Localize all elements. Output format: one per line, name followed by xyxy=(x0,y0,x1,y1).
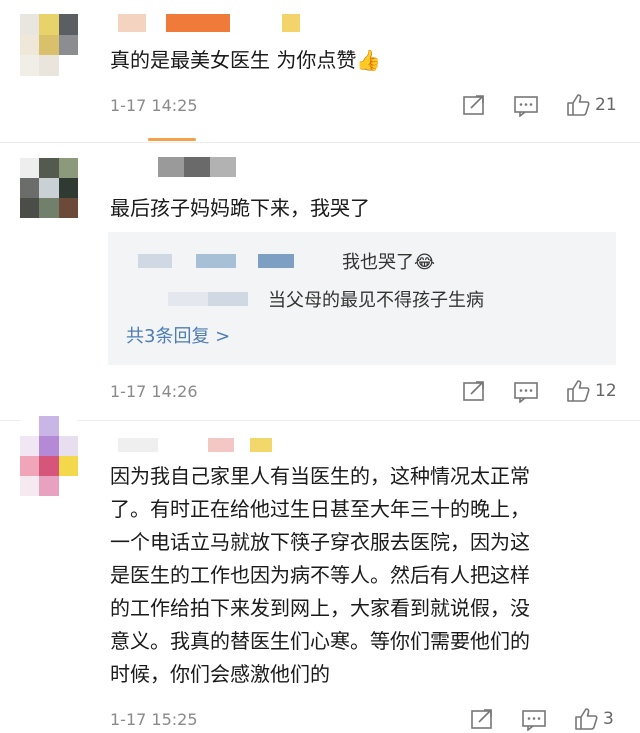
like-count: 12 xyxy=(595,381,617,401)
username[interactable] xyxy=(118,438,278,452)
like-count: 3 xyxy=(603,709,614,729)
avatar[interactable] xyxy=(20,416,78,496)
comment-time: 1-17 14:26 xyxy=(110,382,198,401)
thumbs-up-icon xyxy=(575,708,598,730)
divider xyxy=(0,420,640,421)
comment-line: 的工作给拍下来发到网上，大家看到就说假，没 xyxy=(110,596,530,620)
comment-line: 一个电话立马就放下筷子穿衣服去医院，因为这 xyxy=(110,530,530,554)
like-button[interactable]: 3 xyxy=(573,706,614,732)
comment-line: 意义。我真的替医生们心寒。等你们需要他们的 xyxy=(110,629,530,653)
avatar[interactable] xyxy=(20,14,78,76)
like-button[interactable]: 21 xyxy=(565,92,617,118)
comment-icon xyxy=(514,382,538,403)
like-count: 21 xyxy=(595,95,617,115)
comment-text: 真的是最美女医生 为你点赞👍 xyxy=(110,48,382,72)
share-icon xyxy=(463,95,484,115)
reply-text: 当父母的最见不得孩子生病 xyxy=(268,290,484,311)
comment-line: 因为我自己家里人有当医生的，这种情况太正常 xyxy=(110,464,530,488)
like-button[interactable]: 12 xyxy=(565,378,617,404)
comment-line: 是医生的工作也因为病不等人。然后有人把这样 xyxy=(110,563,530,587)
share-icon xyxy=(471,709,492,729)
share-button[interactable] xyxy=(470,708,494,730)
comment-text: 因为我自己家里人有当医生的，这种情况太正常 了。有时正在给他过生日甚至大年三十的… xyxy=(110,460,530,691)
comment-time: 1-17 14:25 xyxy=(110,96,198,115)
avatar[interactable] xyxy=(20,158,78,218)
thumbs-up-icon xyxy=(567,380,590,402)
comment-icon xyxy=(514,96,538,117)
reply-username[interactable] xyxy=(138,254,338,268)
username[interactable] xyxy=(158,157,236,177)
comment-button[interactable] xyxy=(521,709,547,731)
comment-line: 了。有时正在给他过生日甚至大年三十的晚上， xyxy=(110,497,530,521)
comment-time: 1-17 15:25 xyxy=(110,710,198,729)
comment-button[interactable] xyxy=(513,95,539,117)
username[interactable] xyxy=(118,14,338,32)
more-replies-link[interactable]: 共3条回复 > xyxy=(126,322,230,348)
reply-box: 我也哭了😂 当父母的最见不得孩子生病 共3条回复 > xyxy=(108,232,616,365)
share-button[interactable] xyxy=(462,380,486,402)
share-button[interactable] xyxy=(462,94,486,116)
share-icon xyxy=(463,381,484,401)
reply-username[interactable] xyxy=(168,292,248,306)
reply-text: 我也哭了😂 xyxy=(342,252,436,273)
comment-text: 最后孩子妈妈跪下来，我哭了 xyxy=(110,196,370,220)
comment-button[interactable] xyxy=(513,381,539,403)
divider xyxy=(0,142,640,143)
tab-indicator xyxy=(148,138,196,141)
comment-line: 时候，你们会感激他们的 xyxy=(110,662,330,686)
comment-icon xyxy=(522,710,546,731)
thumbs-up-icon xyxy=(567,94,590,116)
